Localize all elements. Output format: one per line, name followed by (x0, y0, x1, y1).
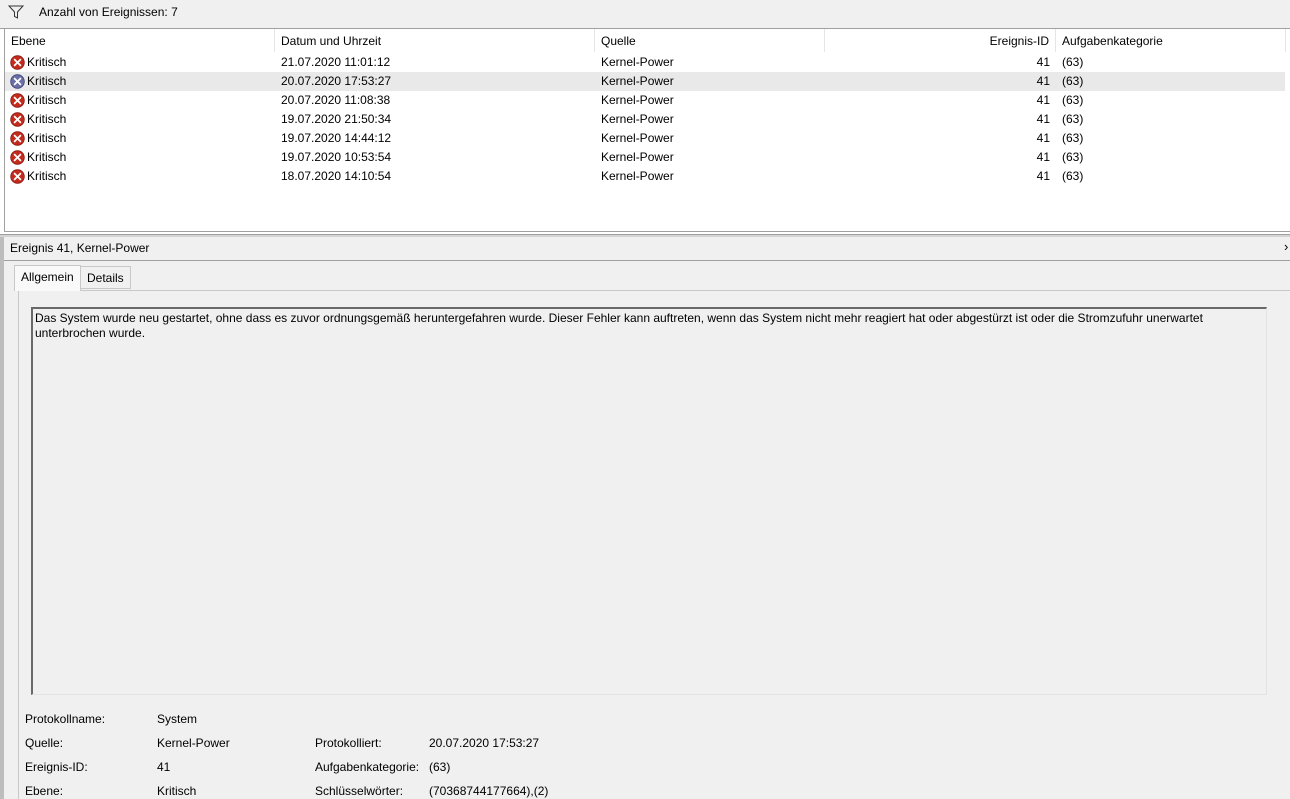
quelle-label: Quelle: (25, 736, 64, 750)
ereignis-id-label: Ereignis-ID: (25, 760, 88, 774)
table-row[interactable]: Kritisch 19.07.2020 14:44:12 Kernel-Power 4… (5, 129, 1285, 148)
schluesselwoerter-label: Schlüsselwörter: (315, 784, 404, 798)
table-row[interactable]: Kritisch 20.07.2020 17:53:27 Kernel-Power 4… (5, 72, 1285, 91)
tab-allgemein[interactable]: Allgemein (14, 265, 81, 291)
cell-category: (63) (1062, 150, 1084, 164)
aufgabenkategorie-label: Aufgabenkategorie: (315, 760, 420, 774)
error-icon (10, 169, 25, 184)
cell-event-id: 41 (1036, 150, 1050, 164)
cell-source: Kernel-Power (601, 131, 674, 145)
table-row[interactable]: Kritisch 20.07.2020 11:08:38 Kernel-Power 4… (5, 91, 1285, 110)
tab-details[interactable]: Details (80, 266, 131, 289)
cell-datetime: 19.07.2020 10:53:54 (281, 150, 392, 164)
cell-source: Kernel-Power (601, 74, 674, 88)
table-row[interactable]: Kritisch 21.07.2020 11:01:12 Kernel-Power 4… (5, 53, 1285, 72)
ebene-value: Kritisch (157, 784, 197, 798)
cell-level: Kritisch (27, 74, 67, 88)
cell-event-id: 41 (1036, 112, 1050, 126)
column-header: Ebene Datum und Uhrzeit Quelle Ereignis-… (5, 29, 1290, 52)
title-separator (4, 260, 1290, 261)
event-detail-pane: Ereignis 41, Kernel-Power › Allgemein De… (0, 237, 1290, 799)
table-row[interactable]: Kritisch 18.07.2020 14:10:54 Kernel-Power 4… (5, 167, 1285, 186)
cell-datetime: 20.07.2020 11:08:38 (281, 93, 391, 107)
cell-event-id: 41 (1036, 55, 1050, 69)
cell-datetime: 20.07.2020 17:53:27 (281, 74, 392, 88)
cell-level: Kritisch (27, 169, 67, 183)
cell-category: (63) (1062, 131, 1084, 145)
cell-category: (63) (1062, 55, 1084, 69)
collapse-icon[interactable]: › (1284, 239, 1288, 254)
event-list[interactable]: Ebene Datum und Uhrzeit Quelle Ereignis-… (4, 29, 1290, 232)
column-header-quelle[interactable]: Quelle (595, 29, 825, 52)
ebene-label: Ebene: (25, 784, 64, 798)
cell-datetime: 19.07.2020 14:44:12 (281, 131, 392, 145)
cell-source: Kernel-Power (601, 150, 674, 164)
protokolliert-value: 20.07.2020 17:53:27 (429, 736, 540, 750)
column-header-aufgabenkategorie[interactable]: Aufgabenkategorie (1056, 29, 1286, 52)
protokolliert-label: Protokolliert: (315, 736, 382, 750)
cell-level: Kritisch (27, 150, 67, 164)
column-header-datum[interactable]: Datum und Uhrzeit (275, 29, 595, 52)
cell-source: Kernel-Power (601, 112, 674, 126)
cell-event-id: 41 (1036, 74, 1050, 88)
cell-source: Kernel-Power (601, 169, 674, 183)
filter-bar: Anzahl von Ereignissen: 7 (0, 0, 1290, 29)
protokollname-label: Protokollname: (25, 712, 106, 726)
cell-source: Kernel-Power (601, 55, 674, 69)
funnel-icon[interactable] (8, 5, 24, 19)
cell-datetime: 19.07.2020 21:50:34 (281, 112, 392, 126)
error-icon (10, 131, 25, 146)
schluesselwoerter-value: (70368744177664),(2) (429, 784, 549, 798)
ereignis-id-value: 41 (157, 760, 171, 774)
cell-level: Kritisch (27, 55, 67, 69)
aufgabenkategorie-value: (63) (429, 760, 451, 774)
cell-datetime: 18.07.2020 14:10:54 (281, 169, 392, 183)
event-count: Anzahl von Ereignissen: 7 (39, 5, 178, 19)
cell-event-id: 41 (1036, 131, 1050, 145)
error-icon (10, 55, 25, 70)
cell-level: Kritisch (27, 131, 67, 145)
quelle-value: Kernel-Power (157, 736, 230, 750)
event-description[interactable]: Das System wurde neu gestartet, ohne das… (31, 307, 1267, 695)
detail-title: Ereignis 41, Kernel-Power (10, 241, 150, 255)
cell-category: (63) (1062, 169, 1084, 183)
cell-event-id: 41 (1036, 93, 1050, 107)
cell-datetime: 21.07.2020 11:01:12 (281, 55, 391, 69)
cell-category: (63) (1062, 112, 1084, 126)
cell-source: Kernel-Power (601, 93, 674, 107)
error-icon (10, 112, 25, 127)
column-header-ereignis-id[interactable]: Ereignis-ID (825, 29, 1056, 52)
table-row[interactable]: Kritisch 19.07.2020 21:50:34 Kernel-Power 4… (5, 110, 1285, 129)
column-header-ebene[interactable]: Ebene (5, 29, 275, 52)
cell-category: (63) (1062, 74, 1084, 88)
cell-level: Kritisch (27, 112, 67, 126)
error-icon (10, 93, 25, 108)
protokollname-value: System (157, 712, 198, 726)
cell-category: (63) (1062, 93, 1084, 107)
error-icon (10, 74, 25, 89)
cell-event-id: 41 (1036, 169, 1050, 183)
cell-level: Kritisch (27, 93, 67, 107)
table-row[interactable]: Kritisch 19.07.2020 10:53:54 Kernel-Power 4… (5, 148, 1285, 167)
error-icon (10, 150, 25, 165)
